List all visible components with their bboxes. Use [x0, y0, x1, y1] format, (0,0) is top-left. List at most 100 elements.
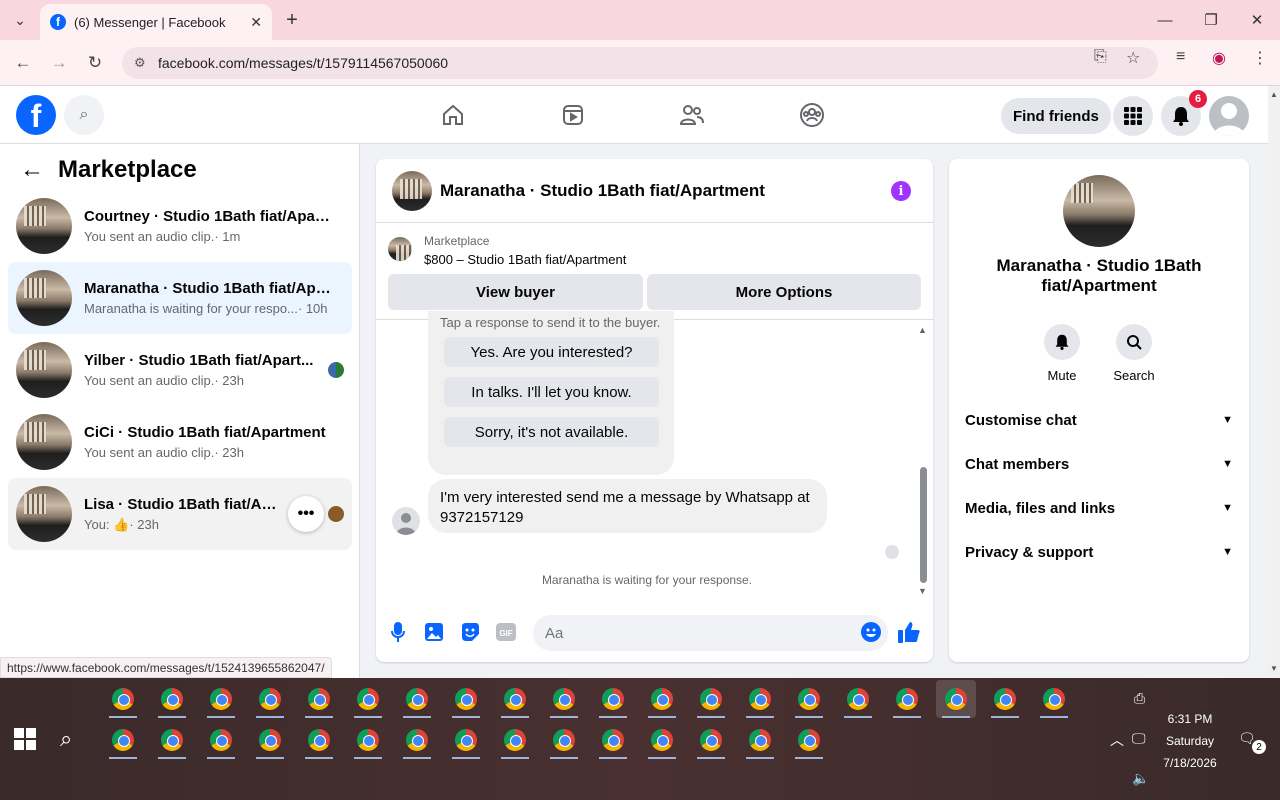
site-info-icon[interactable]: ⚙	[134, 55, 146, 71]
conversation-item[interactable]: Yilber · Studio 1Bath fiat/Apart... You …	[8, 334, 352, 406]
account-avatar[interactable]	[1209, 96, 1249, 136]
taskbar-chrome-window-icon[interactable]	[789, 721, 829, 759]
notifications-bell-icon[interactable]: 6	[1161, 90, 1207, 136]
customise-chat-row[interactable]: Customise chat ▼	[965, 406, 1233, 434]
page-scroll-down-icon[interactable]: ▼	[1270, 664, 1278, 673]
quick-reply-button[interactable]: In talks. I'll let you know.	[444, 377, 659, 407]
photo-icon[interactable]	[423, 621, 445, 643]
home-icon[interactable]	[438, 100, 468, 130]
minimize-icon[interactable]: —	[1150, 8, 1180, 32]
taskbar-chrome-window-icon[interactable]	[103, 721, 143, 759]
more-options-button[interactable]: More Options	[647, 274, 921, 310]
taskbar-chrome-window-icon[interactable]	[250, 680, 290, 718]
taskbar-chrome-window-icon[interactable]	[544, 721, 584, 759]
windows-start-icon[interactable]	[14, 728, 36, 750]
mute-bell-icon[interactable]	[1044, 324, 1080, 360]
forward-icon[interactable]: →	[46, 50, 72, 76]
network-icon[interactable]: 🖵	[1132, 730, 1146, 747]
conversation-item[interactable]: Courtney · Studio 1Bath fiat/Apart... Yo…	[8, 190, 352, 262]
page-scrollbar[interactable]: ▲ ▼	[1268, 86, 1280, 678]
notification-center-icon[interactable]: 🗨 2	[1238, 730, 1266, 754]
taskbar-chrome-window-icon[interactable]	[691, 680, 731, 718]
scroll-up-arrow-icon[interactable]: ▲	[918, 325, 927, 335]
taskbar-chrome-window-icon[interactable]	[789, 680, 829, 718]
friends-icon[interactable]	[677, 100, 707, 130]
groups-icon[interactable]	[797, 100, 827, 130]
facebook-logo-icon[interactable]: f	[16, 95, 56, 135]
message-input[interactable]	[533, 615, 888, 651]
taskbar-chrome-window-icon[interactable]	[642, 680, 682, 718]
like-thumbs-up-icon[interactable]	[898, 621, 920, 643]
taskbar-chrome-window-icon[interactable]	[544, 680, 584, 718]
taskbar-search-icon[interactable]: ⌕	[60, 726, 72, 752]
sticker-icon[interactable]	[459, 621, 481, 643]
show-hidden-icons-chevron-icon[interactable]: ︿	[1110, 730, 1124, 750]
emoji-icon[interactable]	[860, 621, 882, 643]
profile-icon[interactable]: ◉	[1212, 48, 1226, 68]
mute-action[interactable]: Mute	[1032, 324, 1092, 383]
back-icon[interactable]: ←	[10, 50, 36, 76]
close-window-icon[interactable]: ✕	[1242, 8, 1272, 32]
tab-search-chevron-icon[interactable]: ⌄	[8, 8, 32, 32]
restore-icon[interactable]: ❐	[1196, 8, 1226, 32]
taskbar-chrome-window-icon[interactable]	[1034, 680, 1074, 718]
taskbar-chrome-window-icon[interactable]	[740, 721, 780, 759]
url-bar[interactable]: ⚙ facebook.com/messages/t/15791145670500…	[122, 47, 1158, 79]
info-icon[interactable]: i	[891, 181, 911, 201]
browser-menu-icon[interactable]: ⋮	[1252, 48, 1268, 68]
taskbar-chrome-window-icon[interactable]	[593, 721, 633, 759]
taskbar-chrome-window-icon[interactable]	[103, 680, 143, 718]
scroll-down-arrow-icon[interactable]: ▼	[918, 586, 927, 596]
taskbar-clock[interactable]: 6:31 PM Saturday 7/18/2026	[1150, 708, 1230, 774]
media-control-icon[interactable]: ≡	[1176, 48, 1185, 66]
install-app-icon[interactable]: ⎘	[1094, 48, 1107, 66]
more-options-dots-icon[interactable]: •••	[288, 496, 324, 532]
menu-grid-icon[interactable]	[1113, 96, 1153, 136]
conversation-item[interactable]: Lisa · Studio 1Bath fiat/Apartme You: 👍 …	[8, 478, 352, 550]
back-arrow-icon[interactable]: ←	[20, 156, 44, 184]
taskbar-chrome-window-icon[interactable]	[152, 721, 192, 759]
search-icon[interactable]: ⌕	[64, 95, 104, 135]
scrollbar-thumb[interactable]	[920, 467, 927, 583]
conversation-item[interactable]: CiCi · Studio 1Bath fiat/Apartment You s…	[8, 406, 352, 478]
taskbar-chrome-window-icon[interactable]	[838, 680, 878, 718]
new-tab-icon[interactable]: +	[280, 8, 304, 32]
quick-reply-button[interactable]: Sorry, it's not available.	[444, 417, 659, 447]
reload-icon[interactable]: ↻	[82, 50, 108, 76]
chat-members-row[interactable]: Chat members ▼	[965, 450, 1233, 478]
conversation-item-active[interactable]: Maranatha · Studio 1Bath fiat/Apa... Mar…	[8, 262, 352, 334]
taskbar-chrome-window-icon[interactable]	[348, 721, 388, 759]
taskbar-chrome-window-icon[interactable]	[446, 680, 486, 718]
taskbar-chrome-window-icon[interactable]	[495, 680, 535, 718]
taskbar-chrome-window-icon[interactable]	[936, 680, 976, 718]
taskbar-chrome-window-icon[interactable]	[250, 721, 290, 759]
privacy-support-row[interactable]: Privacy & support ▼	[965, 538, 1233, 566]
taskbar-chrome-window-icon[interactable]	[397, 680, 437, 718]
bookmark-star-icon[interactable]: ☆	[1126, 48, 1140, 68]
taskbar-chrome-window-icon[interactable]	[299, 680, 339, 718]
search-magnifier-icon[interactable]	[1116, 324, 1152, 360]
close-tab-icon[interactable]: ✕	[250, 14, 262, 31]
taskbar-chrome-window-icon[interactable]	[985, 680, 1025, 718]
chat-scrollbar[interactable]: ▲ ▼	[916, 321, 930, 597]
chat-title[interactable]: Maranatha · Studio 1Bath fiat/Apartment	[440, 181, 765, 201]
taskbar-chrome-window-icon[interactable]	[152, 680, 192, 718]
quick-reply-button[interactable]: Yes. Are you interested?	[444, 337, 659, 367]
reels-icon[interactable]	[558, 100, 588, 130]
gif-icon[interactable]: GIF	[495, 621, 517, 643]
media-files-links-row[interactable]: Media, files and links ▼	[965, 494, 1233, 522]
taskbar-chrome-window-icon[interactable]	[887, 680, 927, 718]
message-thread[interactable]: Tap a response to send it to the buyer. …	[376, 311, 933, 597]
taskbar-chrome-window-icon[interactable]	[201, 680, 241, 718]
browser-tab[interactable]: f (6) Messenger | Facebook ✕	[40, 4, 272, 40]
taskbar-chrome-window-icon[interactable]	[201, 721, 241, 759]
microphone-icon[interactable]	[387, 621, 409, 643]
taskbar-chrome-window-icon[interactable]	[691, 721, 731, 759]
view-buyer-button[interactable]: View buyer	[388, 274, 643, 310]
search-action[interactable]: Search	[1104, 324, 1164, 383]
find-friends-button[interactable]: Find friends	[1001, 98, 1111, 134]
taskbar-chrome-window-icon[interactable]	[642, 721, 682, 759]
chat-avatar[interactable]	[392, 170, 432, 211]
taskbar-chrome-window-icon[interactable]	[593, 680, 633, 718]
taskbar-chrome-window-icon[interactable]	[397, 721, 437, 759]
